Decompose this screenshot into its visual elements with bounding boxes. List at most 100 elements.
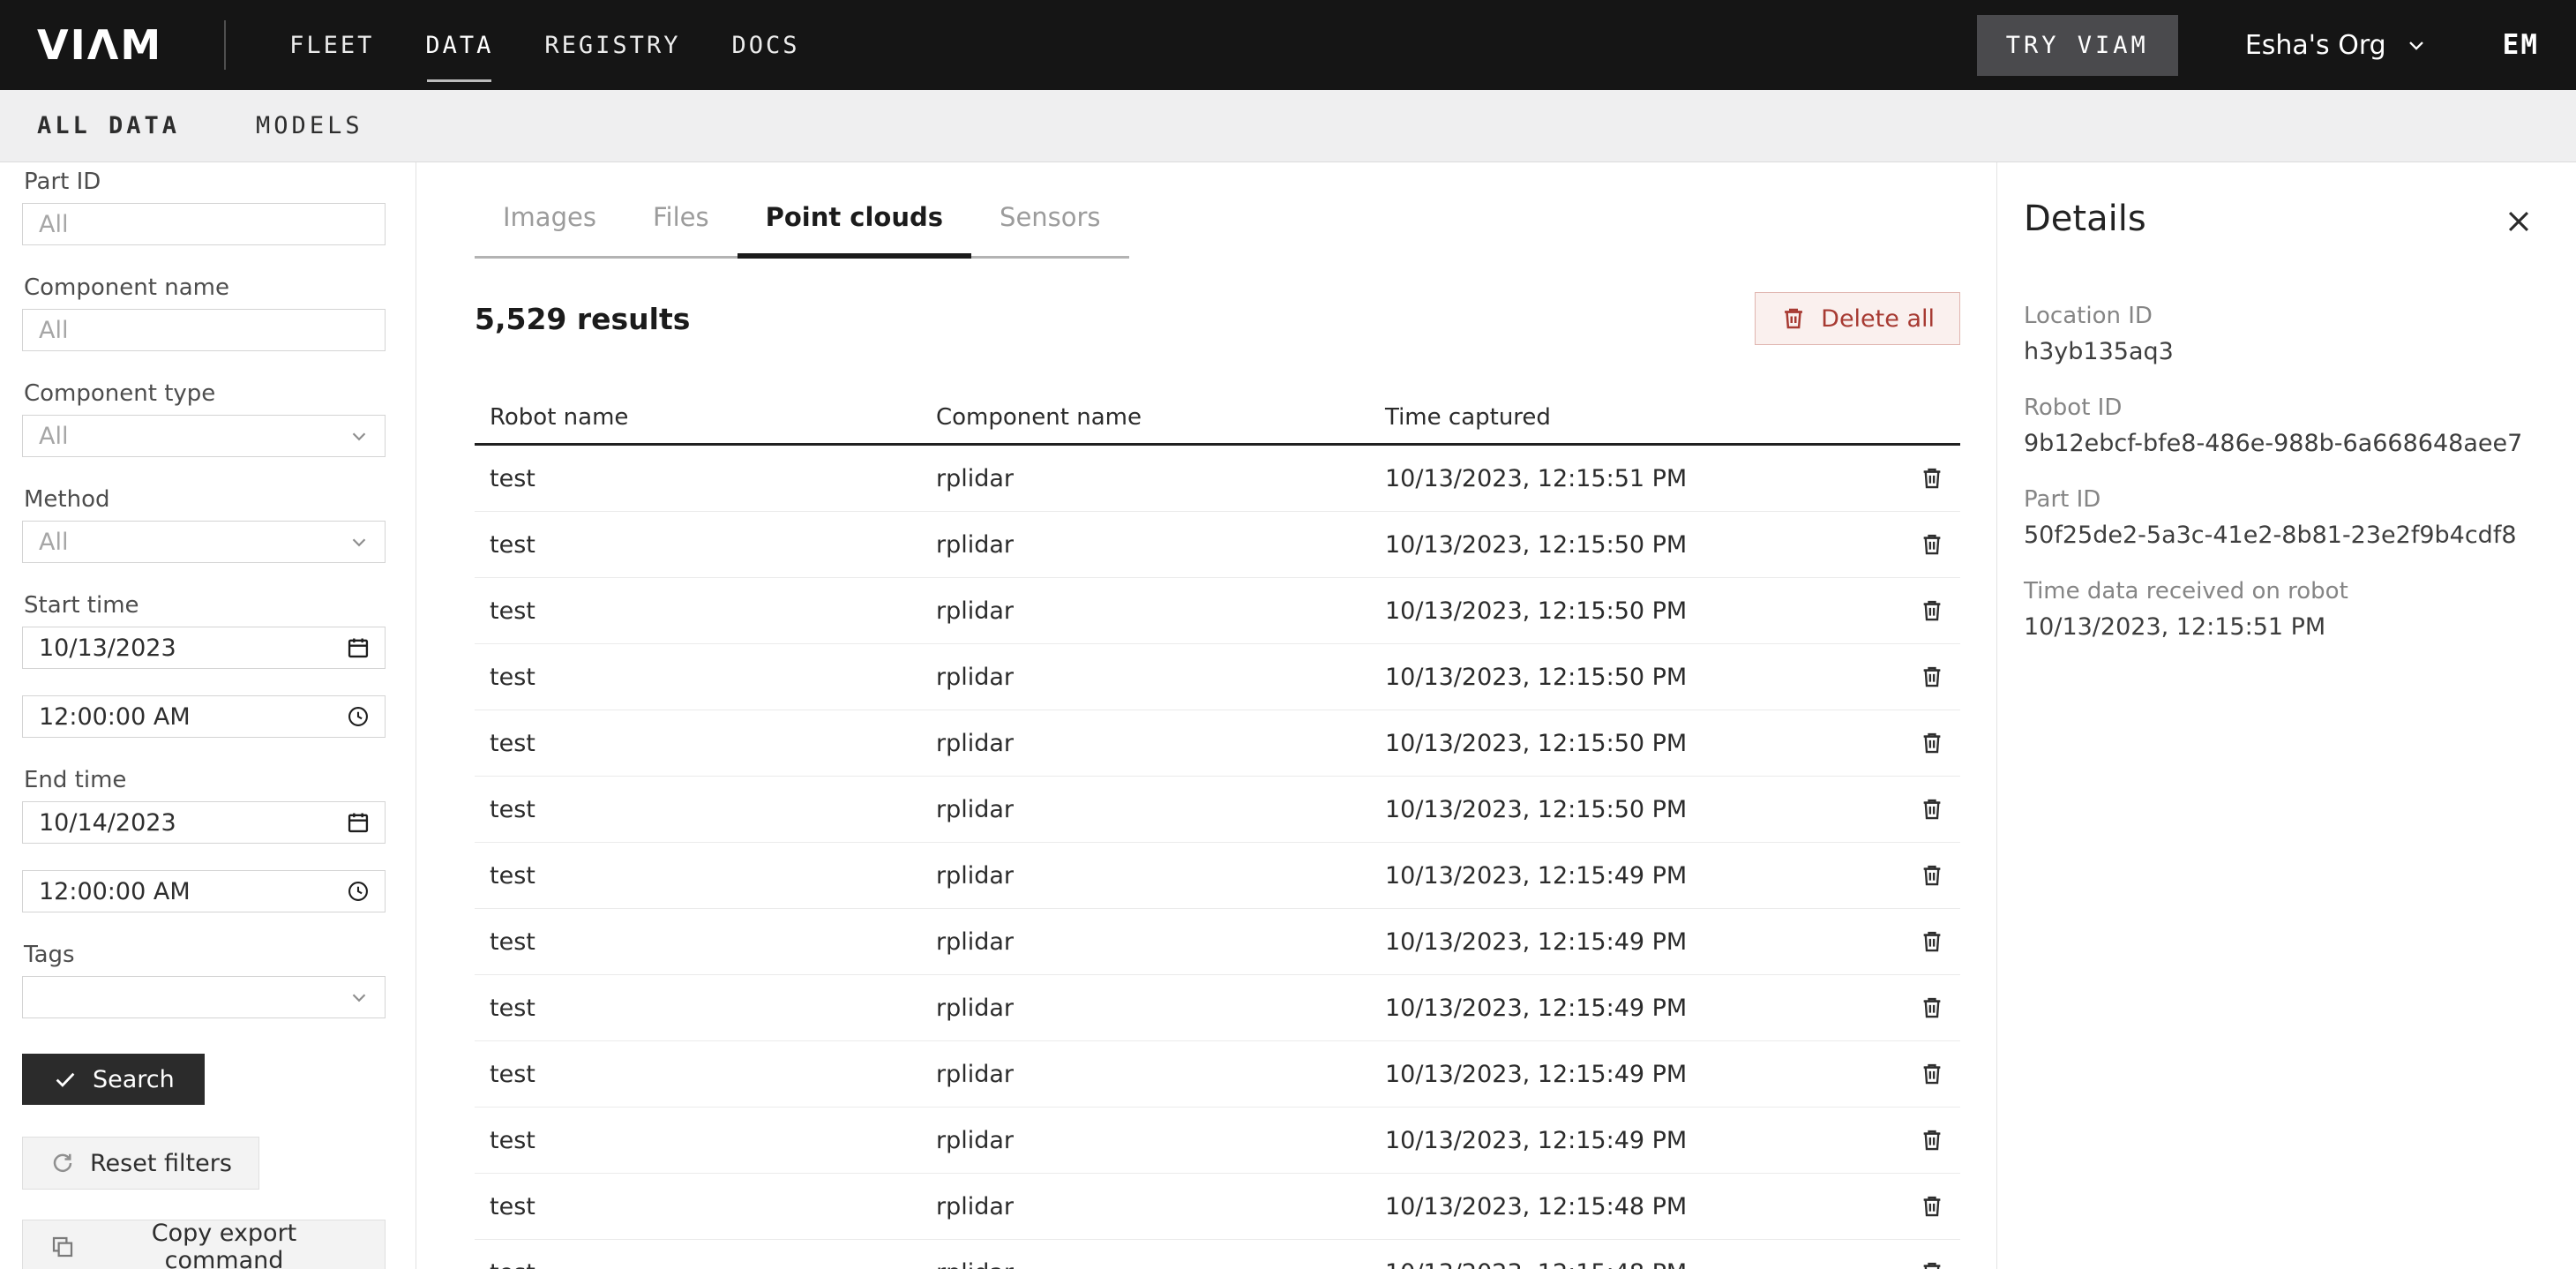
results-count: 5,529 results: [475, 302, 690, 336]
close-details-button[interactable]: [2498, 201, 2539, 242]
cell-time-captured: 10/13/2023, 12:15:49 PM: [1385, 995, 1904, 1022]
end-time-value: 12:00:00 AM: [39, 878, 346, 905]
table-row[interactable]: test rplidar 10/13/2023, 12:15:49 PM: [475, 975, 1960, 1041]
table-row[interactable]: test rplidar 10/13/2023, 12:15:49 PM: [475, 1041, 1960, 1108]
nav-link-docs[interactable]: DOCS: [731, 19, 799, 71]
cell-robot-name: test: [490, 1193, 936, 1220]
cell-component-name: rplidar: [936, 1127, 1385, 1154]
tab-images[interactable]: Images: [475, 202, 625, 259]
delete-row-button[interactable]: [1915, 1123, 1949, 1157]
user-avatar[interactable]: EM: [2503, 29, 2539, 61]
tags-label: Tags: [24, 941, 386, 969]
clock-icon: [346, 879, 371, 904]
details-title: Details: [2024, 198, 2146, 240]
cell-time-captured: 10/13/2023, 12:15:50 PM: [1385, 730, 1904, 757]
nav-link-fleet[interactable]: FLEET: [289, 19, 374, 71]
table-row[interactable]: test rplidar 10/13/2023, 12:15:50 PM: [475, 644, 1960, 710]
subnav-item-all-data[interactable]: ALL DATA: [37, 112, 180, 139]
results-table: Robot nameComponent nameTime captured te…: [475, 391, 1960, 1269]
search-button[interactable]: Search: [22, 1054, 205, 1105]
end-date-input[interactable]: 10/14/2023: [22, 801, 386, 844]
component-name-input[interactable]: [22, 309, 386, 351]
details-field: Location IDh3yb135aq3: [2024, 302, 2539, 367]
details-field: Part ID50f25de2-5a3c-41e2-8b81-23e2f9b4c…: [2024, 485, 2539, 551]
cell-component-name: rplidar: [936, 928, 1385, 956]
trash-icon: [1919, 796, 1945, 822]
chevron-down-icon: [348, 530, 371, 553]
viam-logo[interactable]: VIΛM: [37, 21, 162, 69]
tags-select[interactable]: [22, 976, 386, 1018]
calendar-icon: [346, 810, 371, 835]
search-button-label: Search: [93, 1066, 175, 1093]
nav-link-registry[interactable]: REGISTRY: [544, 19, 680, 71]
table-row[interactable]: test rplidar 10/13/2023, 12:15:50 PM: [475, 710, 1960, 777]
end-time-input[interactable]: 12:00:00 AM: [22, 870, 386, 912]
cell-component-name: rplidar: [936, 995, 1385, 1022]
cell-robot-name: test: [490, 862, 936, 890]
delete-row-button[interactable]: [1915, 925, 1949, 958]
cell-time-captured: 10/13/2023, 12:15:50 PM: [1385, 664, 1904, 691]
part-id-input[interactable]: [22, 203, 386, 245]
delete-row-button[interactable]: [1915, 594, 1949, 627]
delete-row-button[interactable]: [1915, 726, 1949, 760]
delete-row-button[interactable]: [1915, 660, 1949, 694]
component-type-select[interactable]: All: [22, 415, 386, 457]
trash-icon: [1780, 305, 1807, 332]
delete-all-label: Delete all: [1821, 305, 1935, 333]
start-date-input[interactable]: 10/13/2023: [22, 627, 386, 669]
delete-row-button[interactable]: [1915, 462, 1949, 495]
details-field: Robot ID9b12ebcf-bfe8-486e-988b-6a668648…: [2024, 394, 2539, 459]
table-row[interactable]: test rplidar 10/13/2023, 12:15:50 PM: [475, 512, 1960, 578]
nav-link-data[interactable]: DATA: [425, 19, 493, 71]
subnav-item-models[interactable]: MODELS: [256, 112, 363, 139]
delete-row-button[interactable]: [1915, 1057, 1949, 1091]
cell-time-captured: 10/13/2023, 12:15:49 PM: [1385, 1127, 1904, 1154]
delete-row-button[interactable]: [1915, 859, 1949, 892]
reset-filters-button[interactable]: Reset filters: [22, 1137, 259, 1190]
cell-robot-name: test: [490, 664, 936, 691]
chevron-down-icon: [348, 424, 371, 447]
end-time-label: End time: [24, 766, 386, 794]
copy-export-command-button[interactable]: Copy export command: [22, 1220, 386, 1269]
tab-files[interactable]: Files: [625, 202, 738, 259]
trash-icon: [1919, 928, 1945, 955]
cell-robot-name: test: [490, 796, 936, 823]
trash-icon: [1919, 995, 1945, 1021]
end-date-value: 10/14/2023: [39, 809, 346, 837]
table-row[interactable]: test rplidar 10/13/2023, 12:15:49 PM: [475, 1108, 1960, 1174]
details-header: Details: [2024, 198, 2539, 242]
check-icon: [52, 1066, 79, 1093]
cell-robot-name: test: [490, 1061, 936, 1088]
component-type-label: Component type: [24, 379, 386, 408]
org-switcher[interactable]: Esha's Org: [2245, 30, 2429, 61]
table-row[interactable]: test rplidar 10/13/2023, 12:15:48 PM: [475, 1240, 1960, 1269]
table-row[interactable]: test rplidar 10/13/2023, 12:15:51 PM: [475, 446, 1960, 512]
delete-row-button[interactable]: [1915, 528, 1949, 561]
cell-robot-name: test: [490, 995, 936, 1022]
org-name: Esha's Org: [2245, 30, 2386, 61]
try-viam-button[interactable]: TRY VIAM: [1977, 15, 2178, 76]
delete-row-button[interactable]: [1915, 991, 1949, 1025]
table-row[interactable]: test rplidar 10/13/2023, 12:15:50 PM: [475, 578, 1960, 644]
table-row[interactable]: test rplidar 10/13/2023, 12:15:48 PM: [475, 1174, 1960, 1240]
table-row[interactable]: test rplidar 10/13/2023, 12:15:50 PM: [475, 777, 1960, 843]
trash-icon: [1919, 862, 1945, 889]
cell-time-captured: 10/13/2023, 12:15:50 PM: [1385, 531, 1904, 559]
delete-all-button[interactable]: Delete all: [1755, 292, 1960, 345]
calendar-icon: [346, 635, 371, 660]
tab-sensors[interactable]: Sensors: [971, 202, 1129, 259]
cell-time-captured: 10/13/2023, 12:15:51 PM: [1385, 465, 1904, 492]
cell-component-name: rplidar: [936, 730, 1385, 757]
cell-robot-name: test: [490, 1259, 936, 1269]
table-row[interactable]: test rplidar 10/13/2023, 12:15:49 PM: [475, 909, 1960, 975]
filter-sidebar: Part ID Component name Component type Al…: [0, 162, 416, 1269]
tab-point-clouds[interactable]: Point clouds: [738, 202, 971, 259]
delete-row-button[interactable]: [1915, 1256, 1949, 1269]
delete-row-button[interactable]: [1915, 792, 1949, 826]
method-select[interactable]: All: [22, 521, 386, 563]
start-time-input[interactable]: 12:00:00 AM: [22, 695, 386, 738]
cell-component-name: rplidar: [936, 664, 1385, 691]
delete-row-button[interactable]: [1915, 1190, 1949, 1223]
cell-component-name: rplidar: [936, 465, 1385, 492]
table-row[interactable]: test rplidar 10/13/2023, 12:15:49 PM: [475, 843, 1960, 909]
